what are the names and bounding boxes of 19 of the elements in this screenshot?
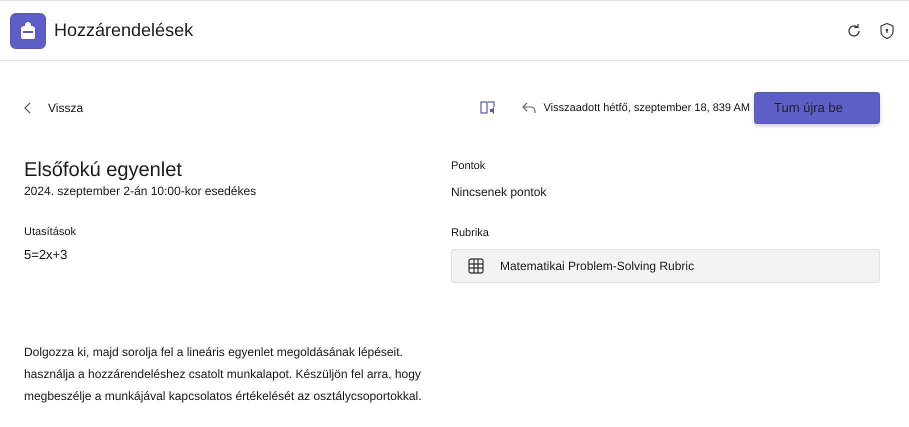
instructions-text: 5=2x+3 xyxy=(24,246,68,264)
points-value: Nincsenek pontok xyxy=(451,184,548,200)
app-title: Hozzárendelések xyxy=(54,19,194,42)
back-chevron-icon xyxy=(24,102,32,114)
description-line: használja a hozzárendeléshez csatolt munkalapot. Készüljön fel arra, hogy xyxy=(24,366,421,383)
grid-icon xyxy=(468,258,484,274)
return-arrow-icon xyxy=(522,102,536,114)
assignment-title: Elsőfokú egyenlet xyxy=(24,158,183,182)
app-logo-icon xyxy=(10,12,46,48)
points-label: Pontok xyxy=(451,159,486,174)
description-line: megbeszélje a munkájával kapcsolatos értékelését az osztálycsoportokkal. xyxy=(24,388,422,405)
returned-status: Visszaadott hétfő, szeptember 18, 839 AM xyxy=(544,100,750,116)
description-line: Dolgozza ki, majd sorolja fel a lineáris egyenlet megoldásának lépéseit. xyxy=(24,344,403,361)
rubric-label: Rubrika xyxy=(451,226,490,240)
rubric-button[interactable]: Matematikai Problem-Solving Rubric xyxy=(451,249,880,283)
due-date: 2024. szeptember 2-án 10:00-kor esedékes xyxy=(24,183,258,200)
back-link[interactable]: Vissza xyxy=(24,99,84,117)
instructions-label: Utasítások xyxy=(24,225,77,240)
shield-icon[interactable] xyxy=(879,22,895,40)
